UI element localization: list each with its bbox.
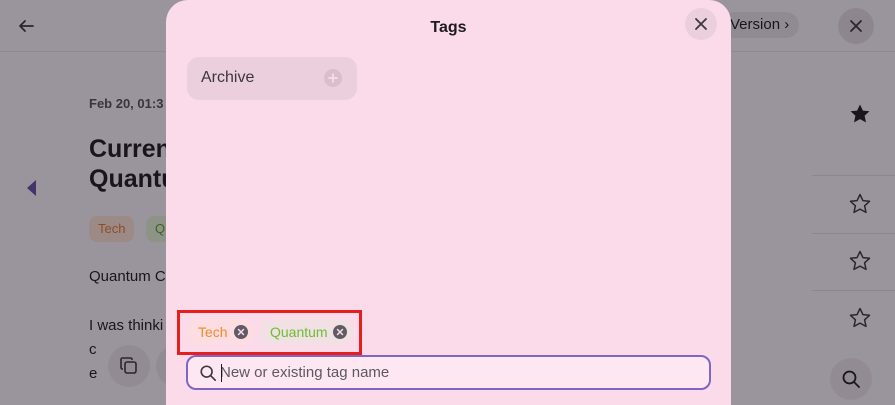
remove-tag-button[interactable] (234, 325, 248, 339)
available-tag-archive[interactable]: Archive (187, 57, 357, 100)
selected-tag-quantum[interactable]: Quantum (260, 319, 354, 345)
plus-icon (328, 73, 338, 83)
close-icon (695, 18, 707, 30)
selected-tag-tech[interactable]: Tech (187, 319, 255, 345)
text-caret (221, 364, 222, 382)
selected-tag-label: Quantum (270, 324, 328, 340)
remove-icon (237, 328, 245, 336)
remove-icon (336, 328, 344, 336)
dialog-close-button[interactable] (685, 8, 717, 40)
dialog-title: Tags (430, 19, 467, 36)
selected-tag-label: Tech (198, 324, 228, 340)
add-tag-button[interactable] (324, 69, 342, 87)
tags-dialog: Tags Archive Tech Quantum (166, 0, 731, 405)
tag-name-input[interactable] (220, 357, 700, 388)
remove-tag-button[interactable] (333, 325, 347, 339)
available-tag-label: Archive (201, 69, 255, 86)
search-icon (200, 365, 217, 382)
tag-input-container[interactable] (186, 355, 711, 390)
